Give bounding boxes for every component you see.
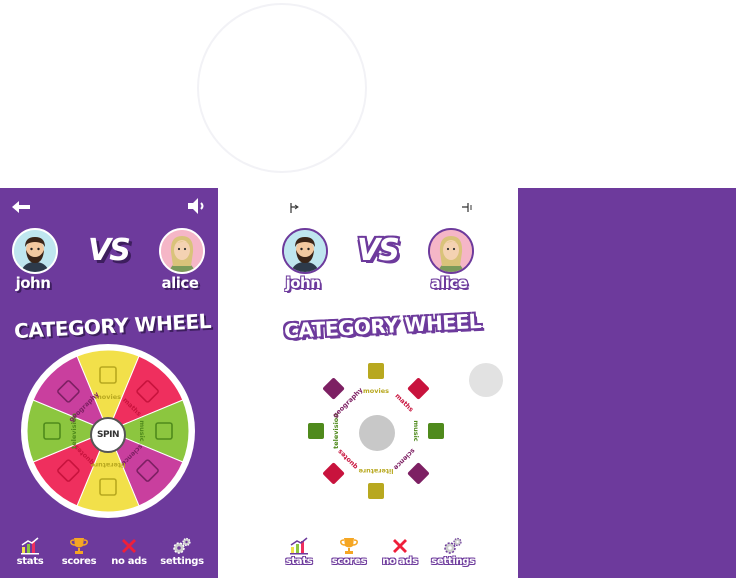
ring-label-literature: literature: [358, 467, 394, 475]
speaker-icon[interactable]: [460, 199, 476, 215]
ring-label-music: music: [412, 420, 420, 441]
spin-button-placeholder[interactable]: [359, 415, 395, 451]
no-ads-icon: [122, 539, 136, 553]
nav-scores[interactable]: scores: [326, 536, 372, 567]
music-icon: [428, 423, 444, 439]
game-screen-foreground-layer: john VS alice CATEGORY WHEEL movies maths…: [268, 188, 503, 578]
avatar-john: [282, 228, 328, 274]
nav-stats-label: stats: [285, 556, 313, 567]
page-title: CATEGORY WHEEL: [13, 308, 212, 344]
nav-scores-label: scores: [331, 556, 367, 567]
versus-label: VS: [357, 233, 400, 268]
speaker-icon[interactable]: [186, 196, 208, 216]
nav-stats[interactable]: stats: [7, 536, 53, 567]
wheel-pointer: [469, 363, 503, 397]
avatar-alice: [159, 228, 205, 274]
player-name-alice: alice: [430, 274, 468, 292]
ring-label-quotes: quotes: [336, 447, 360, 471]
bar-chart-icon: [290, 537, 308, 555]
decorative-ring: [197, 3, 367, 173]
ring-label-maths: maths: [393, 392, 415, 414]
background-layer: [518, 188, 736, 578]
page-title: CATEGORY WHEEL: [283, 308, 482, 344]
movies-icon: [99, 366, 117, 384]
geography-icon: [323, 378, 345, 400]
back-arrow-icon[interactable]: [288, 199, 304, 215]
science-icon: [136, 459, 159, 482]
back-arrow-icon[interactable]: [10, 199, 32, 215]
nav-stats[interactable]: stats: [276, 536, 322, 567]
maths-icon: [136, 380, 159, 403]
avatar-john: [12, 228, 58, 274]
wheel-label-maths: maths: [121, 396, 143, 418]
nav-scores[interactable]: scores: [56, 536, 102, 567]
ring-label-movies: movies: [363, 387, 389, 395]
quotes-icon: [323, 462, 345, 484]
movies-icon: [368, 363, 384, 379]
versus-label: VS: [88, 233, 131, 268]
gears-icon: [444, 537, 462, 554]
no-ads-icon: [393, 539, 407, 553]
literature-icon: [99, 478, 117, 496]
nav-no-ads-label: no ads: [382, 556, 418, 567]
nav-settings-label: settings: [160, 556, 204, 567]
player-name-john: john: [285, 274, 321, 292]
game-screen-full: john VS alice CATEGORY WHEEL movies maths…: [0, 188, 218, 578]
music-icon: [155, 422, 173, 440]
nav-no-ads[interactable]: no ads: [106, 536, 152, 567]
spin-button[interactable]: SPIN: [90, 417, 126, 453]
maths-icon: [407, 378, 429, 400]
science-icon: [407, 462, 429, 484]
nav-stats-label: stats: [16, 556, 44, 567]
quotes-icon: [57, 459, 80, 482]
bar-chart-icon: [21, 537, 39, 555]
television-icon: [308, 423, 324, 439]
nav-no-ads-label: no ads: [111, 556, 147, 567]
avatar-alice: [428, 228, 474, 274]
nav-scores-label: scores: [61, 556, 97, 567]
geography-icon: [57, 380, 80, 403]
spin-label: SPIN: [97, 430, 119, 440]
wheel-label-geography: geography: [67, 390, 101, 424]
nav-settings[interactable]: settings: [159, 536, 205, 567]
nav-settings[interactable]: settings: [430, 536, 476, 567]
player-name-alice: alice: [161, 274, 199, 292]
nav-settings-label: settings: [431, 556, 475, 567]
player-name-john: john: [15, 274, 51, 292]
wheel-label-music: music: [138, 420, 146, 441]
literature-icon: [368, 483, 384, 499]
television-icon: [43, 422, 61, 440]
trophy-icon: [340, 538, 358, 554]
gears-icon: [173, 537, 191, 554]
trophy-icon: [70, 538, 88, 554]
nav-no-ads[interactable]: no ads: [377, 536, 423, 567]
